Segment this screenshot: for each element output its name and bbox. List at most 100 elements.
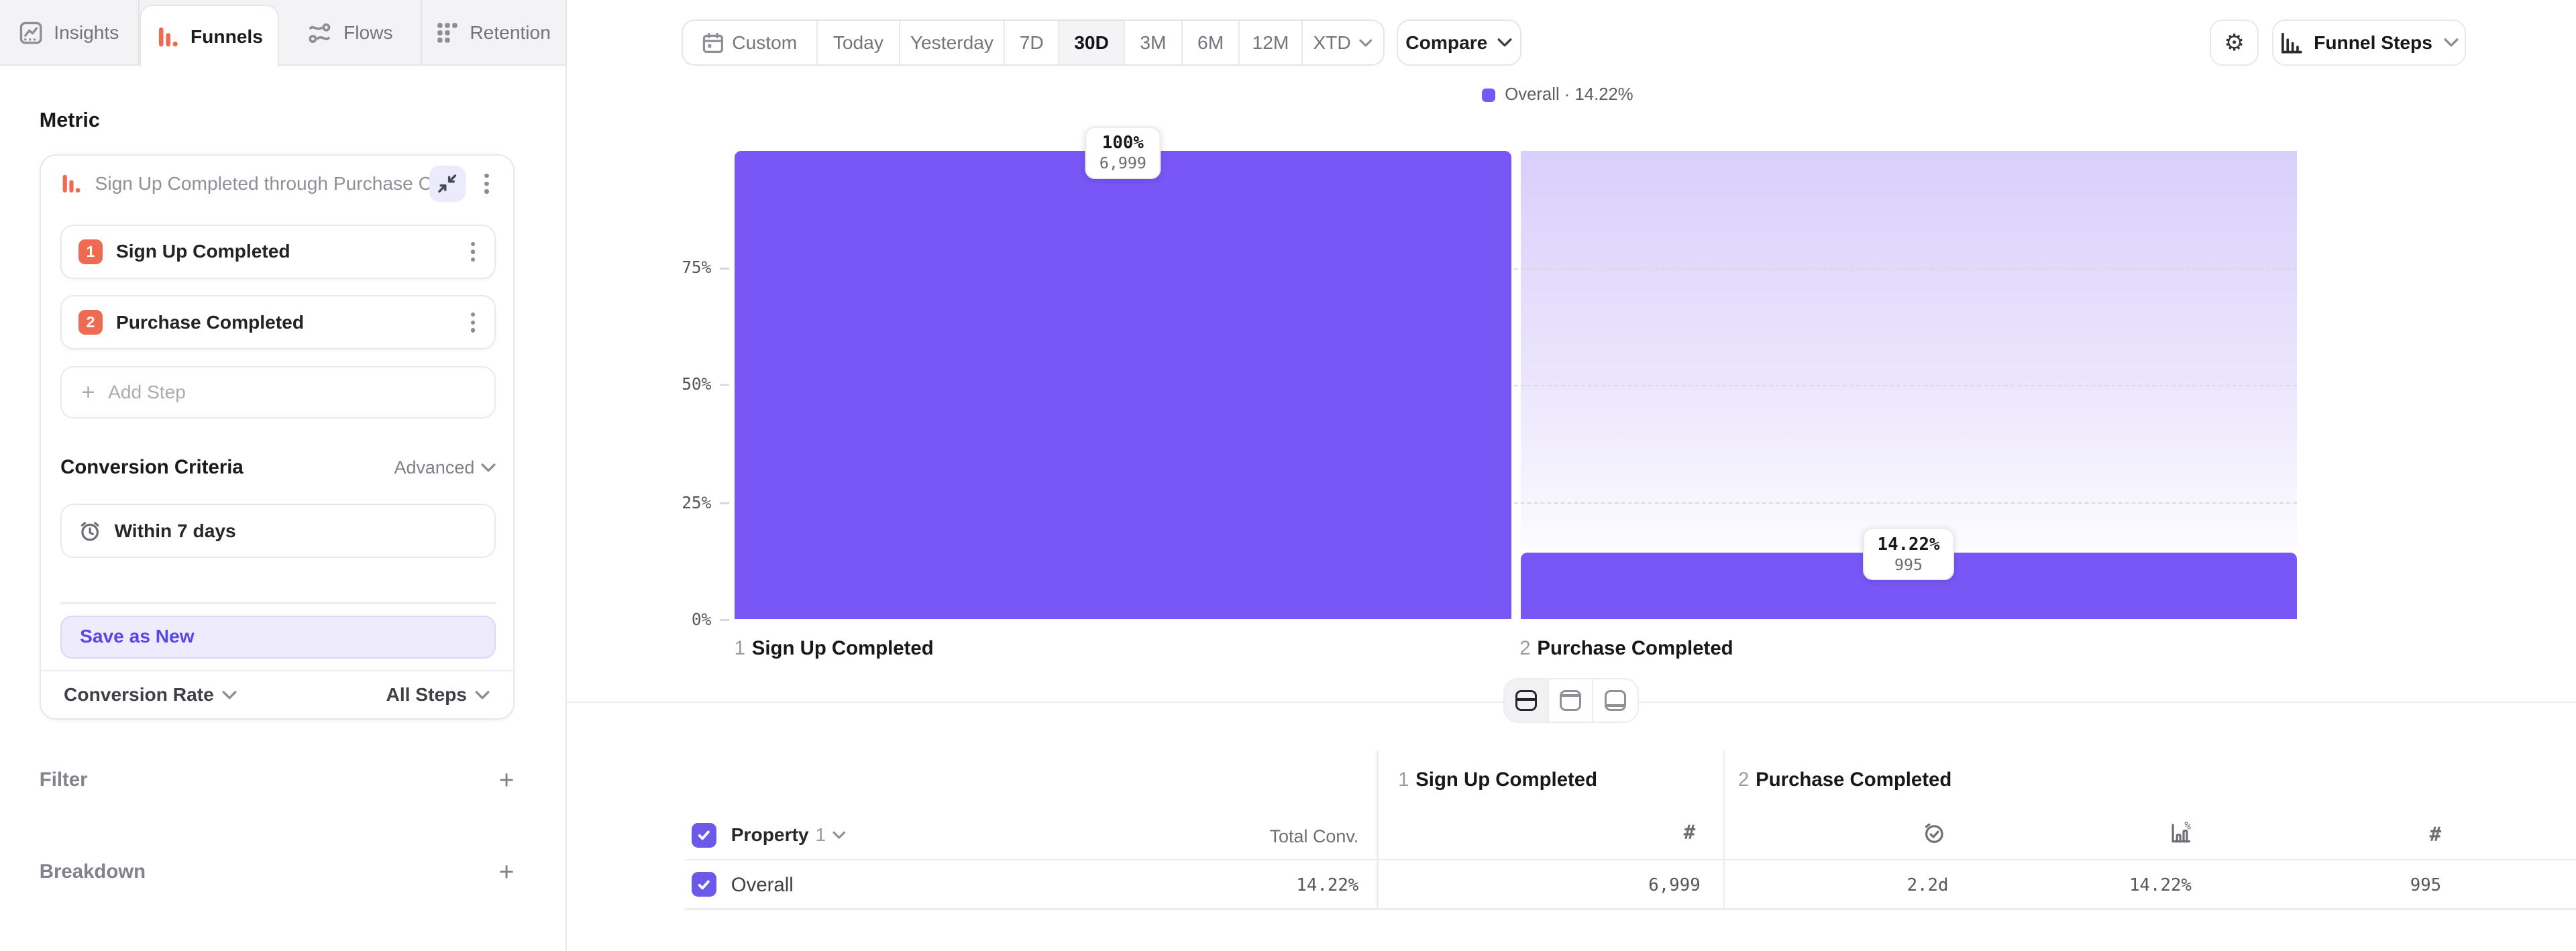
y-tickmark [720, 384, 730, 386]
check-icon [696, 877, 712, 893]
tab-funnels[interactable]: Funnels [140, 5, 279, 67]
advanced-label: Advanced [394, 457, 475, 478]
step-2-menu-button[interactable] [462, 309, 484, 335]
funnel-bar-step-1[interactable]: 100% 6,999 [735, 151, 1511, 619]
range-6m[interactable]: 6M [1183, 21, 1240, 64]
funnels-icon [156, 25, 179, 48]
table-group-1-num: 1 [1398, 769, 1409, 791]
step-1-menu-button[interactable] [462, 239, 484, 265]
y-tick-0: 0% [639, 610, 712, 629]
x-label-step-1-name: Sign Up Completed [752, 637, 934, 659]
step-2-label: Purchase Completed [116, 312, 462, 333]
metric-title: Sign Up Completed through Purchase C... [95, 173, 429, 194]
tab-flows-label: Flows [343, 22, 393, 44]
y-tickmark [720, 268, 730, 269]
y-tick-75: 75% [639, 258, 712, 277]
divider [60, 602, 496, 604]
svg-text:%: % [2184, 821, 2191, 832]
layout-toggle-group [1503, 678, 1639, 722]
check-icon [696, 827, 712, 843]
range-yesterday[interactable]: Yesterday [900, 21, 1006, 64]
conversion-criteria-row: Conversion Criteria Advanced [60, 455, 496, 481]
table-column-divider [1723, 750, 1725, 910]
metric-card-footer: Conversion Rate All Steps [41, 670, 513, 719]
add-breakdown-button[interactable]: + [499, 859, 515, 885]
plus-icon: + [82, 381, 95, 404]
chart-panel: Custom Today Yesterday 7D 30D 3M 6M 12M … [567, 0, 2576, 951]
insights-icon [19, 21, 42, 44]
add-step-button[interactable]: + Add Step [60, 366, 496, 418]
y-tickmark [720, 502, 730, 504]
range-xtd-dropdown[interactable]: XTD [1303, 21, 1383, 64]
all-steps-dropdown[interactable]: All Steps [386, 684, 490, 706]
funnel-step-2[interactable]: 2 Purchase Completed [60, 295, 496, 349]
advanced-dropdown[interactable]: Advanced [394, 457, 496, 478]
conversion-window-button[interactable]: Within 7 days [60, 504, 496, 558]
chevron-down-icon [481, 463, 496, 473]
funnel-step-1[interactable]: 1 Sign Up Completed [60, 225, 496, 279]
x-label-step-1-num: 1 [735, 637, 745, 659]
x-label-step-2-num: 2 [1519, 637, 1530, 659]
range-3m[interactable]: 3M [1125, 21, 1183, 64]
range-7d[interactable]: 7D [1005, 21, 1059, 64]
layout-chart-button[interactable] [1549, 679, 1593, 721]
chart-type-label: Funnel Steps [2314, 32, 2432, 54]
bar-converted [735, 151, 1511, 619]
tab-funnels-label: Funnels [191, 26, 263, 48]
filter-section: Filter + [40, 767, 515, 793]
collapse-metric-button[interactable] [429, 166, 466, 202]
layout-split-button[interactable] [1505, 679, 1549, 721]
filter-label: Filter [40, 769, 88, 791]
table-row-border [685, 908, 2576, 909]
tab-insights[interactable]: Insights [0, 0, 140, 66]
tab-insights-label: Insights [54, 22, 119, 44]
range-today[interactable]: Today [818, 21, 900, 64]
count-column-icon: # [1646, 821, 1695, 844]
overall-step2-count: 995 [2277, 875, 2441, 895]
bar-pct-label: 14.22% [1878, 535, 1940, 555]
save-as-new-button[interactable]: Save as New [60, 616, 496, 659]
tab-flows[interactable]: Flows [279, 0, 422, 66]
step-2-badge: 2 [78, 310, 103, 335]
bar-value-chip: 100% 6,999 [1085, 127, 1161, 179]
metric-card: Sign Up Completed through Purchase C... … [40, 154, 515, 719]
select-all-checkbox[interactable] [692, 823, 716, 848]
legend-overall[interactable]: Overall · 14.22% [1482, 85, 1633, 105]
query-sidebar: Metric Sign Up Completed through Purchas… [0, 66, 567, 951]
compare-label: Compare [1405, 32, 1487, 54]
range-12m[interactable]: 12M [1240, 21, 1302, 64]
range-30d-selected[interactable]: 30D [1059, 21, 1125, 64]
compare-dropdown[interactable]: Compare [1397, 19, 1521, 66]
y-tick-25: 25% [639, 493, 712, 512]
chart-settings-button[interactable]: ⚙ [2210, 19, 2259, 66]
step-1-label: Sign Up Completed [116, 241, 462, 262]
tab-retention[interactable]: Retention [422, 0, 567, 66]
breakdown-section: Breakdown + [40, 859, 515, 885]
legend-label: Overall · 14.22% [1505, 85, 1633, 105]
tab-retention-label: Retention [470, 22, 551, 44]
metric-menu-button[interactable] [475, 170, 498, 197]
table-group-1-name: Sign Up Completed [1415, 769, 1597, 791]
range-custom[interactable]: Custom [683, 21, 818, 64]
property-dropdown[interactable]: Property 1 [731, 824, 846, 846]
add-filter-button[interactable]: + [499, 767, 515, 793]
conversion-criteria-title: Conversion Criteria [60, 456, 244, 479]
overall-row-checkbox[interactable] [692, 872, 716, 897]
chart-type-dropdown[interactable]: Funnel Steps [2272, 19, 2466, 66]
chevron-down-icon [1497, 38, 1512, 48]
alarm-clock-icon [78, 520, 101, 543]
bar-value-chip: 14.22% 995 [1863, 528, 1954, 580]
legend-swatch [1482, 89, 1495, 102]
overall-avg-time: 2.2d [1784, 875, 1949, 895]
conversion-rate-dropdown[interactable]: Conversion Rate [64, 684, 237, 706]
layout-table-button[interactable] [1593, 679, 1638, 721]
table-group-2-num: 2 [1738, 769, 1749, 791]
add-step-label: Add Step [108, 382, 186, 403]
split-view-icon [1515, 690, 1537, 712]
bar-count-label: 995 [1878, 556, 1940, 574]
overall-conv-rate: 14.22% [2027, 875, 2192, 895]
overall-total-conv: 14.22% [1194, 875, 1358, 895]
table-group-step-2: 2Purchase Completed [1738, 769, 1951, 791]
bar-remainder [1521, 151, 2297, 547]
table-group-step-1: 1 Sign Up Completed [1398, 769, 1597, 791]
